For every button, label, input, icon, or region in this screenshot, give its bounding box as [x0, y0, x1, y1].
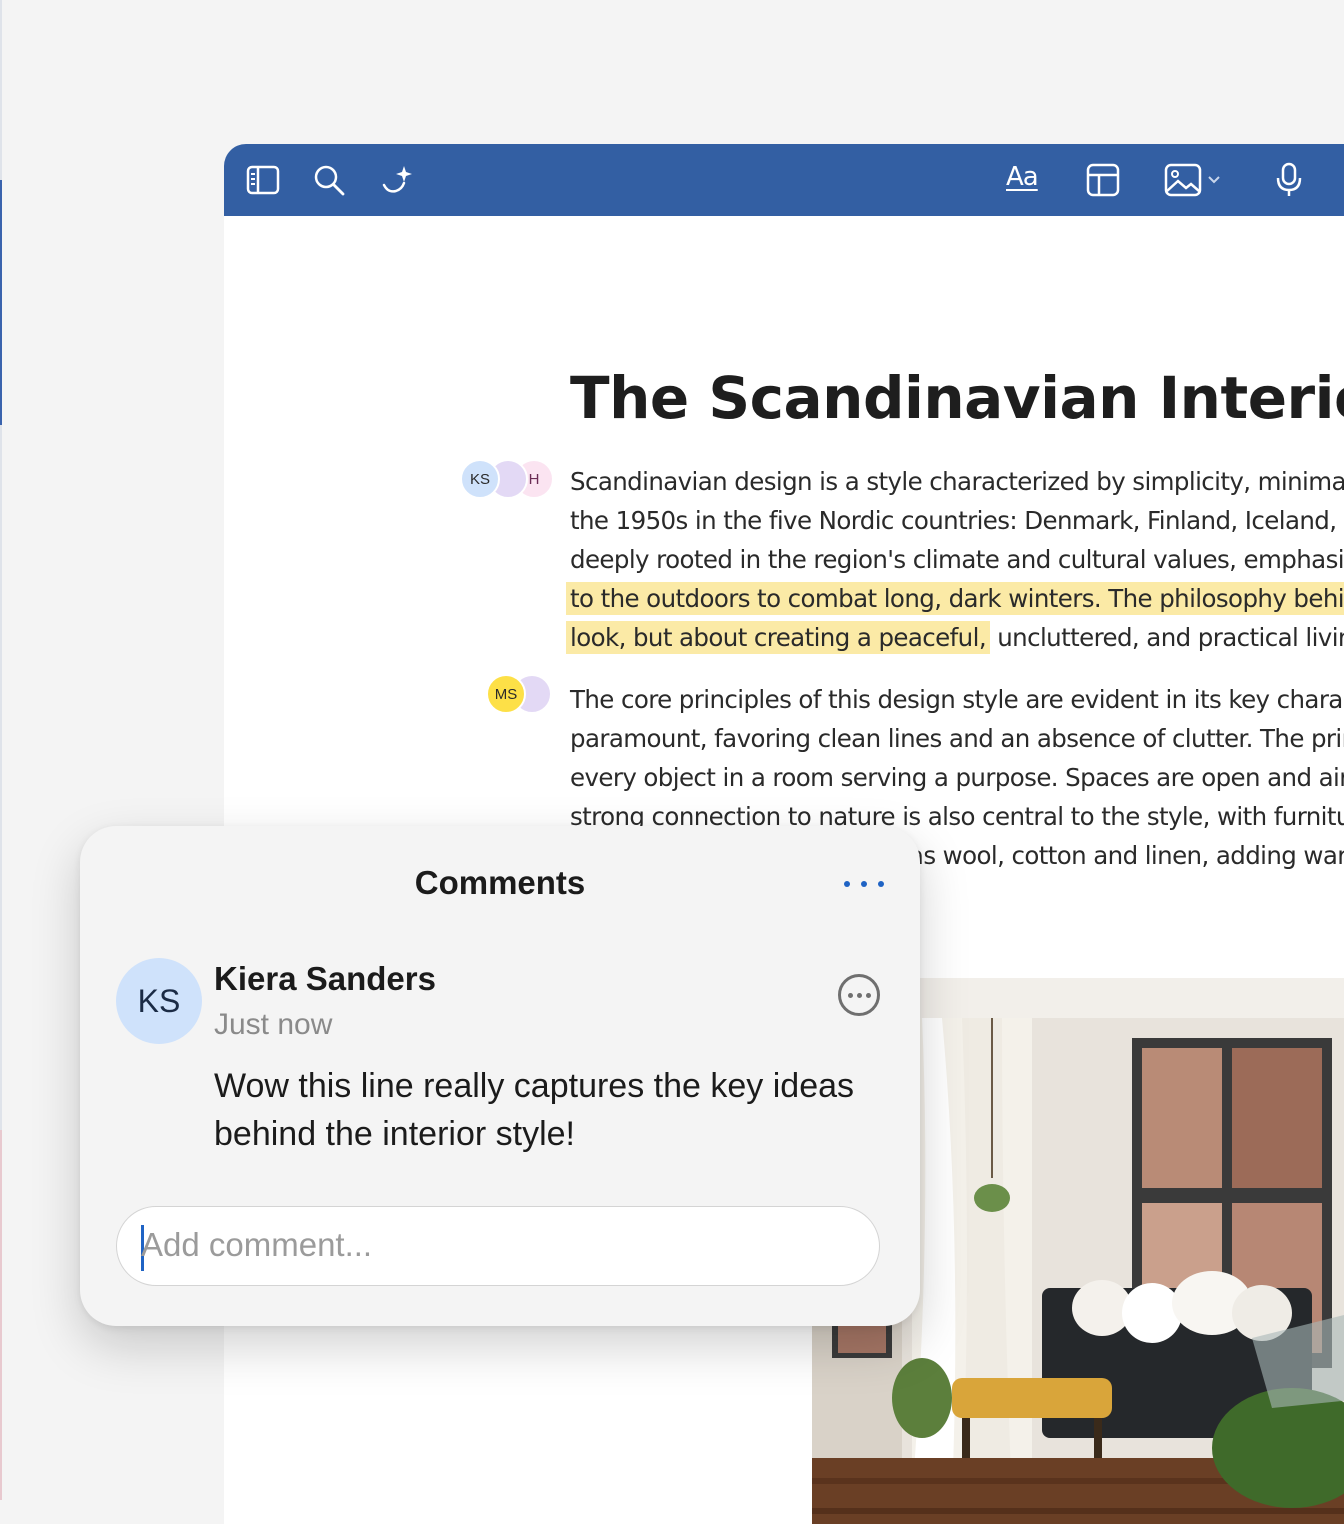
sidebar-icon[interactable] — [244, 161, 282, 199]
add-comment-field[interactable] — [116, 1206, 880, 1286]
paragraph1-collaborators[interactable]: H KS — [460, 459, 554, 499]
edge-accent-blue — [0, 180, 2, 425]
more-options-icon[interactable] — [844, 872, 884, 896]
comment-text: Wow this line really captures the key id… — [214, 1067, 855, 1153]
search-icon[interactable] — [310, 161, 348, 199]
highlighted-text[interactable]: to the outdoors to combat long, dark win… — [566, 582, 1344, 615]
text-line: the 1950s in the five Nordic countries: … — [570, 506, 1344, 535]
table-icon[interactable] — [1084, 161, 1122, 199]
comments-panel: Comments KS Kiera Sanders Just now Wow t… — [80, 826, 920, 1326]
highlighted-text[interactable]: look, but about creating a peaceful, — [566, 621, 991, 654]
text-line: Scandinavian design is a style character… — [570, 467, 1344, 496]
text-line: uncluttered, and practical living enviro… — [997, 623, 1344, 652]
text-format-icon[interactable]: Aa — [1006, 162, 1039, 192]
paragraph2-collaborators[interactable]: MS — [486, 674, 556, 714]
text-line: deeply rooted in the region's climate an… — [570, 545, 1344, 574]
document-toolbar: Aa — [224, 144, 1344, 216]
background-window-edge — [0, 0, 2, 1500]
paragraph-1[interactable]: Scandinavian design is a style character… — [566, 462, 1344, 657]
image-icon[interactable] — [1164, 161, 1228, 199]
text-line: every object in a room serving a purpose… — [570, 763, 1344, 792]
add-comment-input[interactable] — [141, 1219, 841, 1271]
comment-options-icon[interactable] — [838, 974, 880, 1016]
collaborator-avatar[interactable]: MS — [486, 674, 526, 714]
comment-author: Kiera Sanders — [214, 960, 436, 997]
collaborator-avatar[interactable]: KS — [460, 459, 500, 499]
document-title[interactable]: The Scandinavian Interior — [570, 364, 1344, 432]
ai-sparkle-icon[interactable] — [378, 161, 416, 199]
comment-timestamp: Just now — [214, 1008, 333, 1041]
comments-title: Comments — [414, 864, 586, 901]
avatar: KS — [116, 958, 202, 1044]
text-line: The core principles of this design style… — [570, 685, 1344, 714]
microphone-icon[interactable] — [1270, 161, 1308, 199]
text-line: paramount, favoring clean lines and an a… — [570, 724, 1344, 753]
edge-accent-pink — [0, 1130, 2, 1500]
